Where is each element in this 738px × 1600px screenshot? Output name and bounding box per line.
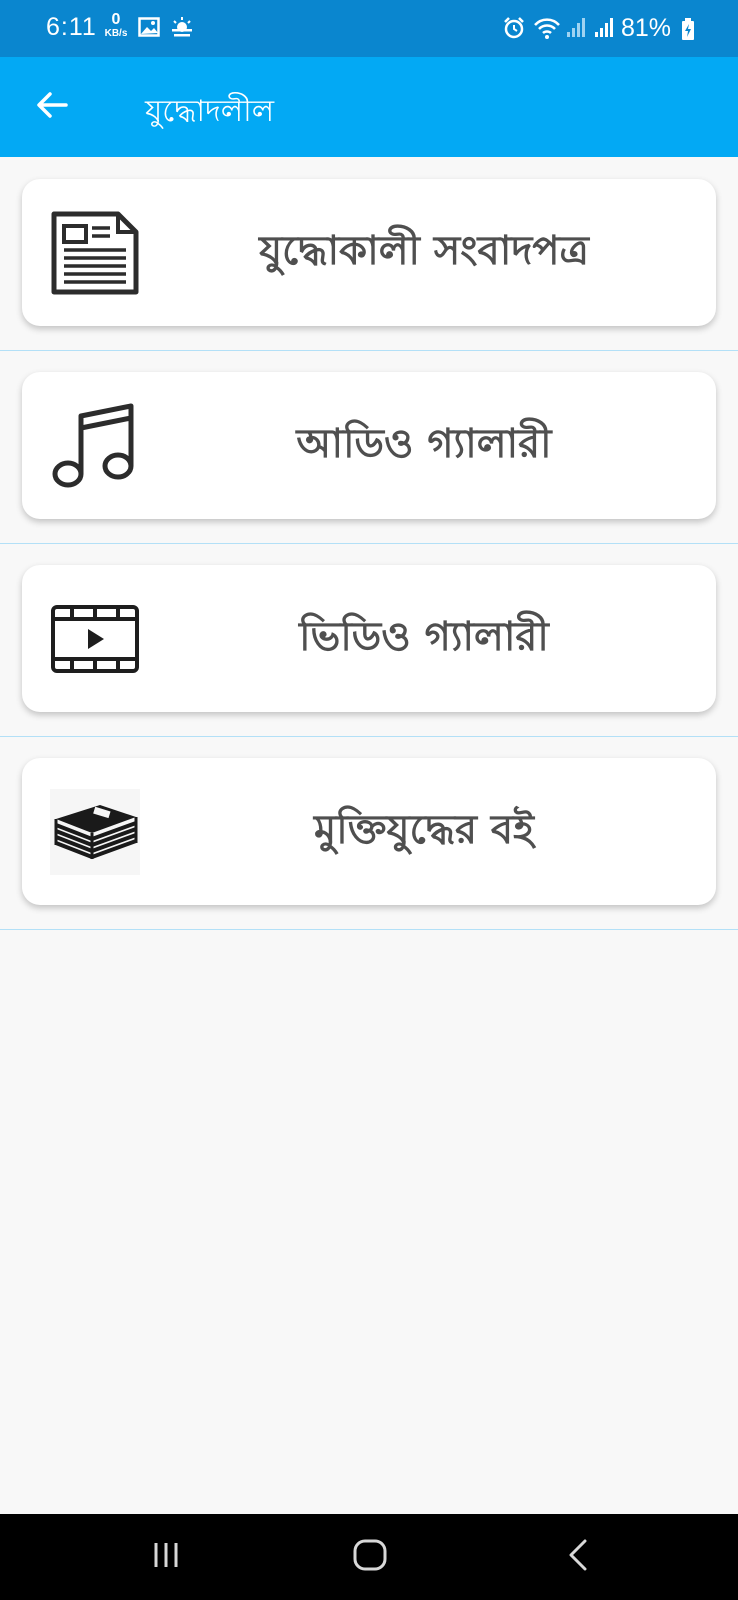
newspaper-icon (50, 209, 140, 297)
video-gallery-label: ভিডিও গ্যালারী (299, 614, 549, 660)
status-time: 6:11 (46, 13, 97, 41)
menu-row-audio: আডিও গ্যালারী (0, 350, 738, 544)
wifi-icon (533, 16, 561, 44)
books-stack-icon (50, 788, 140, 876)
audio-gallery-label: আডিও গ্যালারী (296, 421, 552, 467)
signal-icon (594, 16, 614, 42)
nav-back-button[interactable] (548, 1532, 608, 1582)
newspaper-card[interactable]: যুদ্ধোকালী সংবাদপত্র (22, 179, 716, 326)
video-gallery-card[interactable]: ভিডিও গ্যালারী (22, 565, 716, 712)
back-icon (567, 1539, 589, 1575)
menu-row-newspaper: যুদ্ধোকালী সংবাদপত্র (0, 157, 738, 351)
arrow-left-icon (36, 91, 68, 123)
network-speed-unit: KB/s (104, 28, 128, 39)
books-label: মুক্তিযুদ্ধের বই (314, 807, 534, 853)
page-title: যুদ্ধোদলীল (145, 94, 275, 129)
music-note-icon (50, 402, 140, 490)
menu-row-books: মুক্তিযুদ্ধের বই (0, 736, 738, 930)
home-icon (353, 1539, 387, 1575)
battery-charging-icon (681, 18, 695, 44)
system-nav-bar (0, 1514, 738, 1600)
video-film-icon (50, 595, 140, 683)
app-bar: যুদ্ধোদলীল (0, 57, 738, 157)
books-card[interactable]: মুক্তিযুদ্ধের বই (22, 758, 716, 905)
back-button[interactable] (28, 83, 76, 131)
weather-icon (170, 16, 194, 42)
audio-gallery-card[interactable]: আডিও গ্যালারী (22, 372, 716, 519)
recent-apps-icon (151, 1541, 181, 1573)
recent-apps-button[interactable] (136, 1532, 196, 1582)
alarm-icon (502, 16, 526, 44)
status-bar: 6:11 0 KB/s 81% (0, 0, 738, 57)
signal-icon (566, 16, 586, 42)
home-button[interactable] (340, 1532, 400, 1582)
battery-percent: 81% (621, 14, 672, 42)
image-icon (138, 16, 160, 42)
menu-row-video: ভিডিও গ্যালারী (0, 543, 738, 737)
newspaper-label: যুদ্ধোকালী সংবাদপত্র (259, 228, 589, 274)
network-speed-value: 0 (111, 11, 121, 28)
network-speed: 0 KB/s (104, 12, 128, 44)
